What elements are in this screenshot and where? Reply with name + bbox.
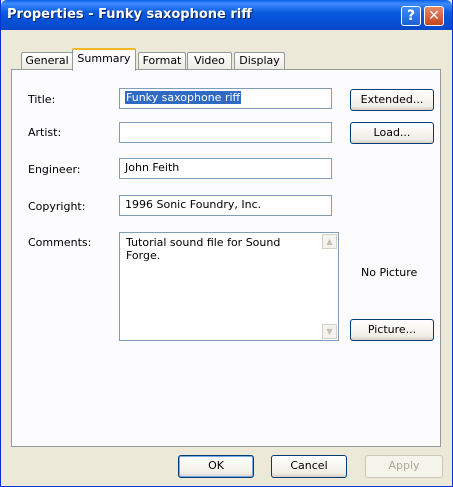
comments-label: Comments:: [28, 236, 92, 249]
close-button[interactable]: ✕: [424, 6, 444, 26]
comments-text: Tutorial sound file for Sound Forge.: [126, 236, 281, 262]
extended-button[interactable]: Extended...: [350, 89, 434, 111]
title-value: Funky saxophone riff: [125, 91, 242, 104]
scroll-down-icon[interactable]: ▼: [322, 324, 337, 339]
question-icon: ?: [406, 8, 416, 24]
close-icon: ✕: [428, 8, 440, 24]
load-button[interactable]: Load...: [350, 122, 434, 144]
comments-scrollbar[interactable]: ▲ ▼: [322, 234, 337, 339]
scroll-up-icon[interactable]: ▲: [322, 234, 337, 249]
title-field[interactable]: Funky saxophone riff: [119, 88, 332, 109]
comments-textarea[interactable]: Tutorial sound file for Sound Forge. ▲ ▼: [119, 232, 339, 341]
copyright-label: Copyright:: [28, 200, 86, 213]
title-bar[interactable]: Properties - Funky saxophone riff ? ✕: [1, 0, 452, 30]
tab-summary[interactable]: Summary: [72, 48, 136, 71]
engineer-label: Engineer:: [28, 163, 81, 176]
window-title: Properties - Funky saxophone riff: [7, 7, 252, 22]
picture-button[interactable]: Picture...: [350, 319, 434, 341]
help-button[interactable]: ?: [401, 6, 421, 26]
properties-dialog: Properties - Funky saxophone riff ? ✕ Ge…: [0, 0, 453, 487]
apply-button[interactable]: Apply: [365, 455, 443, 478]
summary-panel: Title: Funky saxophone riff Extended... …: [11, 69, 441, 447]
tab-general[interactable]: General: [21, 52, 73, 69]
artist-label: Artist:: [28, 126, 62, 139]
title-label: Title:: [28, 93, 56, 106]
ok-button[interactable]: OK: [178, 455, 254, 478]
tab-format[interactable]: Format: [138, 52, 186, 69]
no-picture-text: No Picture: [361, 266, 418, 279]
copyright-field[interactable]: 1996 Sonic Foundry, Inc.: [119, 195, 332, 216]
engineer-field[interactable]: John Feith: [119, 158, 332, 179]
tab-display[interactable]: Display: [234, 52, 285, 69]
cancel-button[interactable]: Cancel: [271, 455, 347, 478]
tab-video[interactable]: Video: [187, 52, 232, 69]
artist-field[interactable]: [119, 122, 332, 143]
